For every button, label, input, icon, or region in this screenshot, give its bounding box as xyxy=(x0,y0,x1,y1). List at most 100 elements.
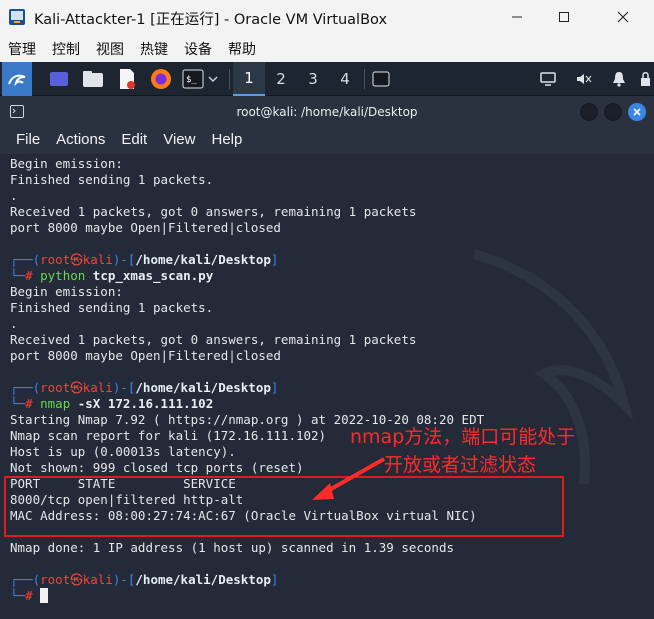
text-editor-button[interactable] xyxy=(114,62,140,96)
volume-button[interactable] xyxy=(572,62,596,96)
workspace-1[interactable]: 1 xyxy=(233,62,265,96)
maximize-button[interactable] xyxy=(541,0,587,34)
annotation-line-1: nmap方法，端口可能处于 xyxy=(350,426,576,448)
prompt-frame: )-[ xyxy=(112,252,136,267)
terminal-output-area[interactable]: Begin emission: Finished sending 1 packet… xyxy=(0,154,654,619)
terminal-line: └─# xyxy=(10,588,484,604)
terminal-line: Begin emission: xyxy=(10,284,123,299)
workspace-2[interactable]: 2 xyxy=(265,62,297,96)
terminal-title: root@kali: /home/kali/Desktop xyxy=(236,105,418,119)
svg-text:$_: $_ xyxy=(186,75,197,85)
prompt-frame: └─ xyxy=(10,396,26,411)
prompt-hash: # xyxy=(25,268,33,283)
notifications-button[interactable] xyxy=(607,62,631,96)
volume-muted-icon xyxy=(577,74,592,84)
prompt-frame: └─ xyxy=(10,588,26,603)
terminal-line: Received 1 packets, got 0 answers, remai… xyxy=(10,204,417,219)
command-name: python xyxy=(40,268,86,283)
show-desktop-button[interactable] xyxy=(46,62,72,96)
prompt-frame: )-[ xyxy=(112,572,136,587)
terminal-minimize-button[interactable] xyxy=(580,103,598,121)
kali-panel: $_ 1 2 3 4 xyxy=(0,62,654,96)
terminal-line: Finished sending 1 packets. xyxy=(10,172,214,187)
terminal-line: . xyxy=(10,188,18,203)
display-button[interactable] xyxy=(536,62,560,96)
terminal-line: ┌──(root㉿kali)-[/home/kali/Desktop] xyxy=(10,380,484,396)
window-title: Kali-Attackter-1 [正在运行] - Oracle VM Virt… xyxy=(34,12,388,28)
lock-button[interactable] xyxy=(636,62,654,96)
prompt-frame: └─ xyxy=(10,268,26,283)
terminal-menu-edit[interactable]: Edit xyxy=(113,128,155,154)
close-button[interactable] xyxy=(600,0,646,34)
folder-icon xyxy=(83,71,103,87)
desktop-icon xyxy=(50,72,68,86)
highlight-box xyxy=(4,476,564,537)
terminal-menu-bar: File Actions Edit View Help xyxy=(0,128,654,154)
workspace-4[interactable]: 4 xyxy=(329,62,361,96)
maximize-icon xyxy=(559,12,569,22)
terminal-line: port 8000 maybe Open|Filtered|closed xyxy=(10,220,281,235)
window-titlebar: Kali-Attackter-1 [正在运行] - Oracle VM Virt… xyxy=(0,0,654,34)
menu-manage[interactable]: 管理 xyxy=(0,36,44,62)
chevron-down-icon xyxy=(208,76,218,82)
terminal-menu-file[interactable]: File xyxy=(8,128,48,154)
minimize-icon xyxy=(512,16,522,18)
prompt-frame: ] xyxy=(270,252,279,267)
annotation-line-2: 开放或者过滤状态 xyxy=(384,454,537,476)
file-manager-button[interactable] xyxy=(80,62,106,96)
minimize-button[interactable] xyxy=(494,0,540,34)
firefox-button[interactable] xyxy=(148,62,174,96)
prompt-path: /home/kali/Desktop xyxy=(135,572,271,587)
prompt-frame: ┌──( xyxy=(10,252,41,267)
terminal-line: └─# nmap -sX 172.16.111.102 xyxy=(10,396,484,412)
menu-view[interactable]: 视图 xyxy=(88,36,132,62)
prompt-user-host: root㉿kali xyxy=(40,572,113,587)
prompt-user-host: root㉿kali xyxy=(40,252,113,267)
command-args: tcp_xmas_scan.py xyxy=(85,268,214,283)
workspace-3[interactable]: 3 xyxy=(297,62,329,96)
terminal-line: ┌──(root㉿kali)-[/home/kali/Desktop] xyxy=(10,572,484,588)
menu-help[interactable]: 帮助 xyxy=(220,36,264,62)
panel-separator xyxy=(229,69,230,89)
panel-separator xyxy=(364,69,365,89)
terminal-maximize-button[interactable] xyxy=(604,103,622,121)
prompt-hash: # xyxy=(25,588,33,603)
vbox-menu-bar: 管理 控制 视图 热键 设备 帮助 xyxy=(0,36,654,62)
terminal-close-button[interactable] xyxy=(628,103,646,121)
taskbar-terminal-window[interactable] xyxy=(368,62,394,96)
close-icon xyxy=(633,108,641,116)
firefox-icon xyxy=(151,69,171,89)
terminal-line: └─# python tcp_xmas_scan.py xyxy=(10,268,484,284)
menu-hotkeys[interactable]: 热键 xyxy=(132,36,176,62)
terminal-window-icon xyxy=(372,71,390,87)
terminal-line: Begin emission: xyxy=(10,156,123,171)
kali-dragon-icon xyxy=(8,74,26,87)
menu-control[interactable]: 控制 xyxy=(44,36,88,62)
prompt-frame: ┌──( xyxy=(10,572,41,587)
virtualbox-app-icon xyxy=(9,9,25,25)
terminal-menu-view[interactable]: View xyxy=(155,128,203,154)
text-editor-icon xyxy=(120,69,135,89)
monitor-icon xyxy=(540,72,556,86)
prompt-frame: ] xyxy=(270,380,279,395)
bell-icon xyxy=(613,72,625,87)
text-cursor xyxy=(40,588,49,603)
terminal-launcher-button[interactable]: $_ xyxy=(178,62,222,96)
terminal-line: ┌──(root㉿kali)-[/home/kali/Desktop] xyxy=(10,252,484,268)
close-icon xyxy=(617,11,629,23)
menu-devices[interactable]: 设备 xyxy=(176,36,220,62)
terminal-line: Finished sending 1 packets. xyxy=(10,300,214,315)
prompt-path: /home/kali/Desktop xyxy=(135,252,271,267)
lock-icon xyxy=(641,72,650,86)
terminal-menu-help[interactable]: Help xyxy=(203,128,250,154)
terminal-line: Received 1 packets, got 0 answers, remai… xyxy=(10,332,417,347)
command-name: nmap xyxy=(40,396,71,411)
kali-menu-button[interactable] xyxy=(2,62,32,96)
terminal-menu-actions[interactable]: Actions xyxy=(48,128,113,154)
terminal-icon: $_ xyxy=(182,69,204,89)
